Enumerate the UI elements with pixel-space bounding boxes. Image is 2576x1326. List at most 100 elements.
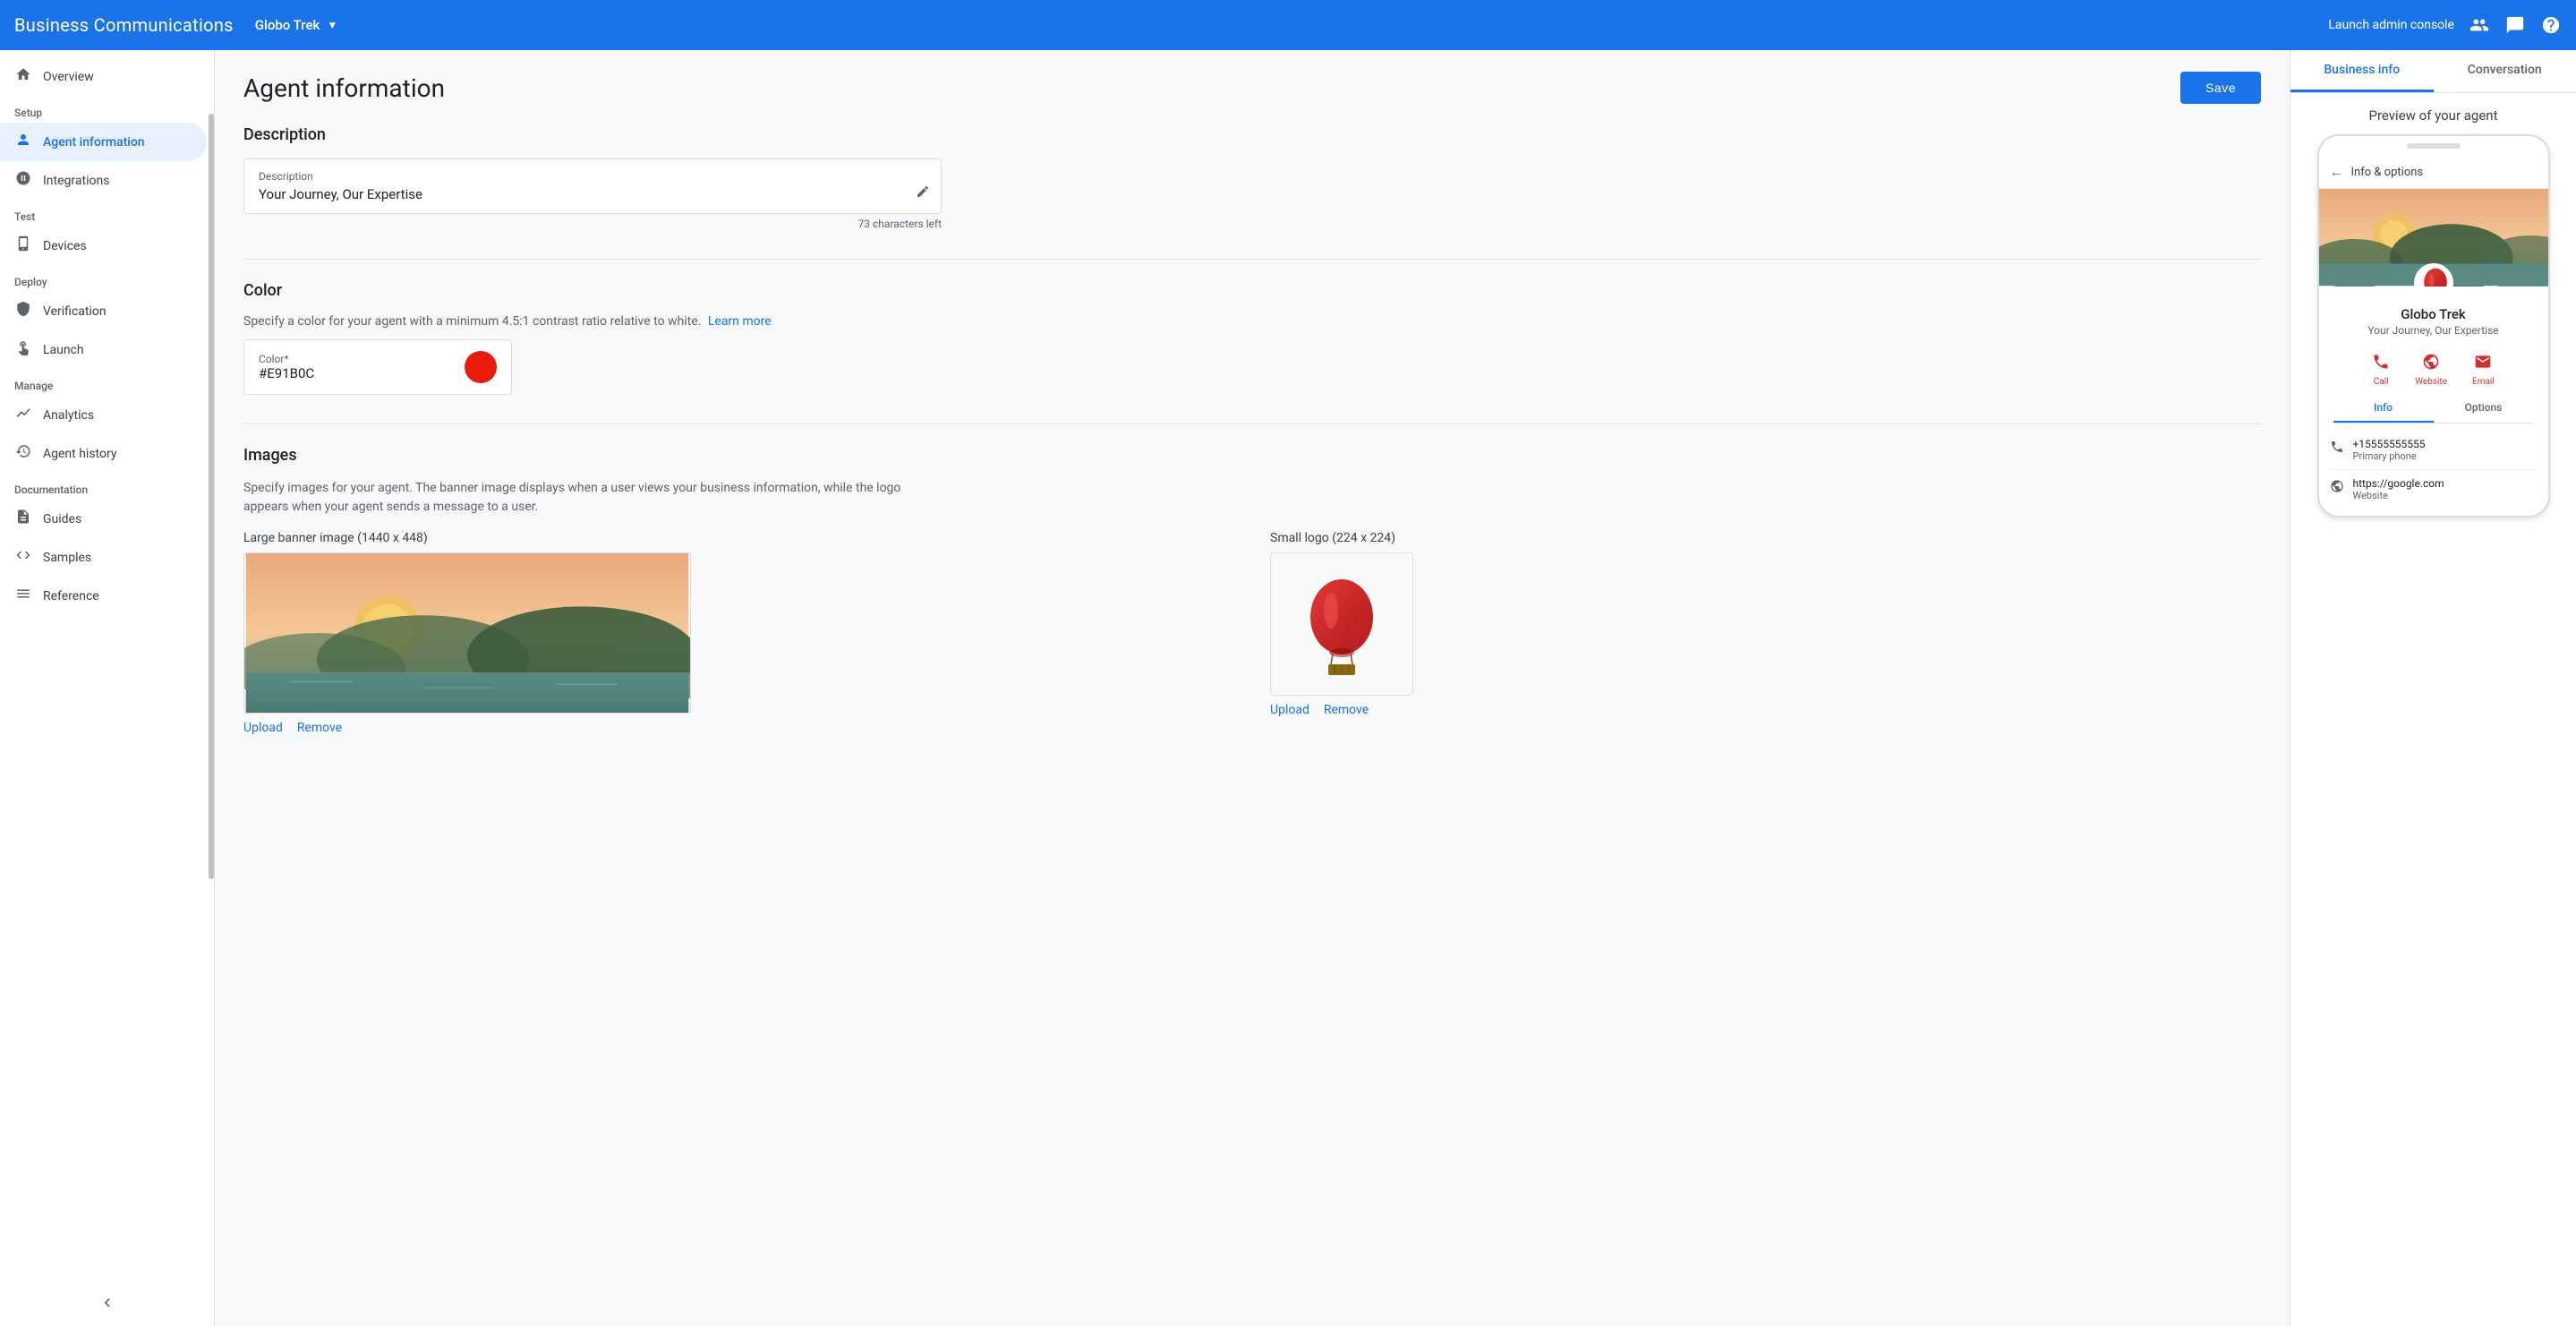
phone-agent-name: Globo Trek <box>2333 306 2534 322</box>
sidebar-label-integrations: Integrations <box>43 174 109 188</box>
logo-upload-section: Small logo (224 x 224) <box>1270 531 2261 735</box>
page-title: Agent information <box>243 73 445 103</box>
phone-agent-desc: Your Journey, Our Expertise <box>2333 324 2534 337</box>
phone-row-website-icon <box>2330 479 2344 497</box>
website-icon <box>2422 353 2440 375</box>
top-nav: Business Communications Globo Trek ▼ Lau… <box>0 0 2576 50</box>
description-section: Description Description Your Journey, Ou… <box>243 125 2261 230</box>
sidebar-label-launch: Launch <box>43 343 84 357</box>
sidebar-label-analytics: Analytics <box>43 408 94 423</box>
email-icon <box>2474 353 2492 375</box>
divider-1 <box>243 259 2261 260</box>
banner-actions: Upload Remove <box>243 721 1234 735</box>
history-icon <box>14 443 32 464</box>
people-icon[interactable] <box>2469 14 2490 36</box>
brand-name: Globo Trek <box>255 17 320 33</box>
sidebar-item-reference[interactable]: Reference <box>0 577 207 615</box>
chat-icon[interactable] <box>2504 14 2526 36</box>
sidebar-item-analytics[interactable]: Analytics <box>0 396 207 434</box>
website-label: Website <box>2353 490 2444 501</box>
devices-icon <box>14 235 32 256</box>
setup-section-label: Setup <box>0 96 214 123</box>
help-icon[interactable] <box>2540 14 2562 36</box>
images-grid: Large banner image (1440 x 448) <box>243 531 2261 735</box>
main-layout: Overview Setup Agent information Integra… <box>0 50 2576 1326</box>
sidebar: Overview Setup Agent information Integra… <box>0 50 215 1326</box>
description-edit-icon[interactable] <box>916 184 930 202</box>
code-icon <box>14 547 32 568</box>
phone-number: +15555555555 <box>2353 438 2426 450</box>
sidebar-label-agent-information: Agent information <box>43 135 145 150</box>
logo-remove-link[interactable]: Remove <box>1324 703 1369 717</box>
sidebar-label-agent-history: Agent history <box>43 447 116 461</box>
color-section-title: Color <box>243 281 2261 300</box>
phone-inner-tabs: Info Options <box>2333 394 2534 423</box>
banner-label: Large banner image (1440 x 448) <box>243 531 1234 545</box>
images-section-title: Images <box>243 446 2261 465</box>
save-button[interactable]: Save <box>2180 72 2261 104</box>
description-section-title: Description <box>243 125 2261 144</box>
phone-action-email[interactable]: Email <box>2472 353 2495 387</box>
brand-selector[interactable]: Globo Trek ▼ <box>255 17 337 33</box>
call-icon <box>2372 353 2390 375</box>
test-section-label: Test <box>0 200 214 227</box>
person-icon <box>14 132 32 152</box>
phone-tab-info[interactable]: Info <box>2333 394 2434 423</box>
email-label: Email <box>2472 377 2495 387</box>
sidebar-item-guides[interactable]: Guides <box>0 500 207 538</box>
sidebar-collapse-button[interactable] <box>0 1294 214 1312</box>
preview-panel: Business info Conversation Preview of yo… <box>2290 50 2576 1326</box>
sidebar-item-launch[interactable]: Launch <box>0 330 207 369</box>
integrations-icon <box>14 170 32 191</box>
main-content: Agent information Save Description Descr… <box>215 50 2290 1326</box>
banner-upload-link[interactable]: Upload <box>243 721 283 735</box>
color-input-wrapper[interactable]: Color* #E91B0C <box>243 339 512 395</box>
logo-preview <box>1270 552 1413 696</box>
page-header: Agent information Save <box>243 72 2261 104</box>
phone-action-call[interactable]: Call <box>2372 353 2390 387</box>
color-value: #E91B0C <box>259 365 314 381</box>
guides-icon <box>14 509 32 529</box>
color-swatch[interactable] <box>465 351 497 383</box>
launch-admin-link[interactable]: Launch admin console <box>2328 18 2454 32</box>
phone-actions: Call Website Email <box>2319 346 2548 394</box>
phone-header-title: Info & options <box>2351 166 2424 179</box>
description-counter: 73 characters left <box>243 218 942 230</box>
sidebar-item-verification[interactable]: Verification <box>0 292 207 330</box>
app-title: Business Communications <box>14 14 234 36</box>
phone-row-call-icon <box>2330 440 2344 458</box>
divider-2 <box>243 423 2261 424</box>
logo-label: Small logo (224 x 224) <box>1270 531 2261 545</box>
sidebar-item-integrations[interactable]: Integrations <box>0 161 207 200</box>
phone-notch <box>2407 143 2461 149</box>
description-box[interactable]: Description Your Journey, Our Expertise <box>243 158 942 214</box>
images-section: Images Specify images for your agent. Th… <box>243 446 2261 735</box>
phone-tab-options[interactable]: Options <box>2434 394 2534 423</box>
description-value: Your Journey, Our Expertise <box>259 186 926 202</box>
sidebar-item-agent-history[interactable]: Agent history <box>0 434 207 473</box>
color-learn-more-link[interactable]: Learn more <box>708 314 772 329</box>
reference-icon <box>14 586 32 606</box>
sidebar-label-guides: Guides <box>43 512 81 526</box>
phone-number-label: Primary phone <box>2353 450 2426 462</box>
phone-action-website[interactable]: Website <box>2415 353 2447 387</box>
logo-actions: Upload Remove <box>1270 703 2261 717</box>
sidebar-label-verification: Verification <box>43 304 107 319</box>
tab-conversation[interactable]: Conversation <box>2434 50 2576 92</box>
logo-upload-link[interactable]: Upload <box>1270 703 1309 717</box>
images-subtitle: Specify images for your agent. The banne… <box>243 479 942 517</box>
banner-upload-section: Large banner image (1440 x 448) <box>243 531 1234 735</box>
banner-remove-link[interactable]: Remove <box>297 721 342 735</box>
color-section: Color Specify a color for your agent wit… <box>243 281 2261 395</box>
tab-business-info[interactable]: Business info <box>2290 50 2434 92</box>
launch-icon <box>14 339 32 360</box>
color-subtitle: Specify a color for your agent with a mi… <box>243 314 2261 329</box>
sidebar-item-overview[interactable]: Overview <box>0 57 207 96</box>
sidebar-item-devices[interactable]: Devices <box>0 227 207 265</box>
banner-preview <box>243 552 691 714</box>
color-label: Color* <box>259 353 314 365</box>
analytics-icon <box>14 405 32 425</box>
sidebar-item-agent-information[interactable]: Agent information <box>0 123 207 161</box>
sidebar-item-samples[interactable]: Samples <box>0 538 207 577</box>
sidebar-label-devices: Devices <box>43 239 87 253</box>
